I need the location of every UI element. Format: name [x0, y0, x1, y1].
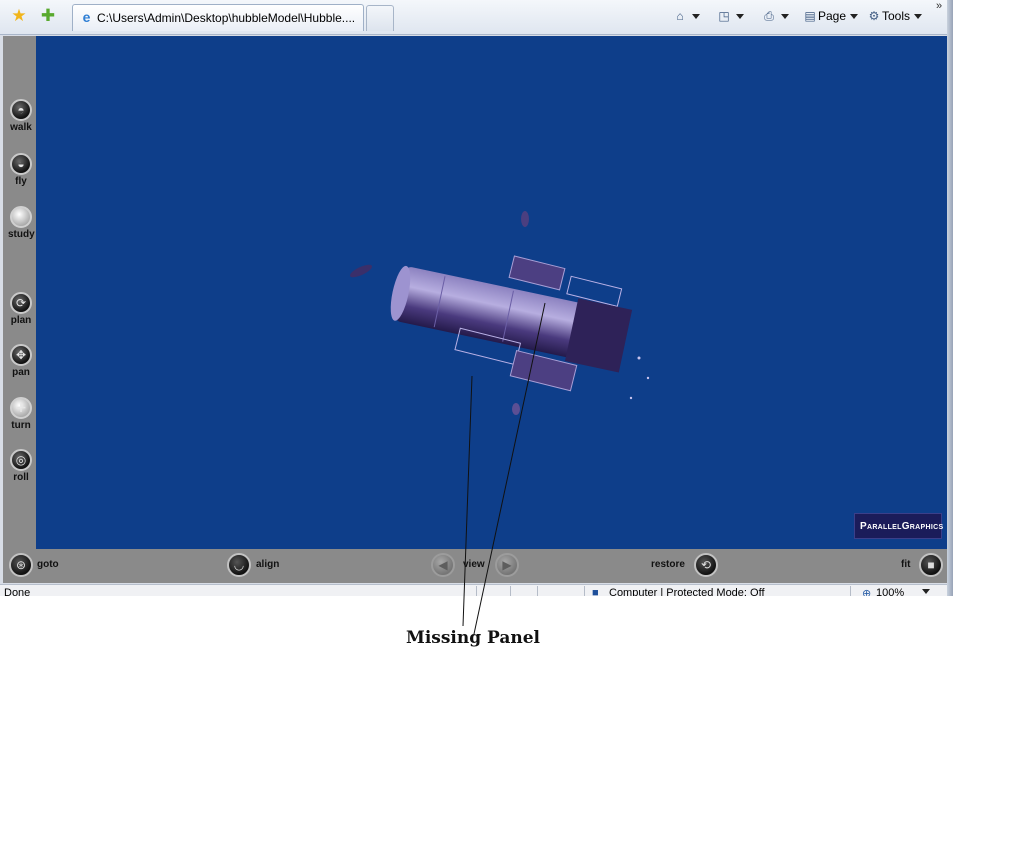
goto-button[interactable]: ⊛ goto — [9, 553, 69, 579]
study-button[interactable]: study — [8, 206, 35, 240]
add-favorites-icon[interactable]: ✚ — [38, 6, 58, 26]
status-divider — [510, 586, 511, 596]
fly-label: fly — [15, 176, 27, 187]
page-menu-button[interactable]: ▤ Page — [802, 7, 859, 25]
walk-icon: ◓ — [10, 99, 32, 121]
window-edge — [947, 0, 953, 596]
pan-label: pan — [12, 367, 30, 378]
rss-icon: ◳ — [718, 9, 730, 23]
turn-label: turn — [11, 420, 31, 431]
study-label: study — [8, 229, 35, 240]
viewer-bottom-bar: ⊛ goto ◡ align ◀ view ▶ restore ⟲ fit ■ — [3, 549, 948, 583]
page-icon: ▤ — [804, 9, 816, 23]
chevron-down-icon — [914, 14, 923, 20]
status-divider — [476, 586, 477, 596]
restore-button[interactable]: restore ⟲ — [651, 553, 721, 579]
vrml-viewer: ◓ walk ◒ fly study ⟳ plan ✥ pan ✛ turn ◎… — [3, 36, 948, 583]
turn-button[interactable]: ✛ turn — [8, 397, 34, 431]
plan-label: plan — [10, 315, 32, 326]
missing-panel-annotation: Missing Panel — [406, 628, 541, 648]
fit-icon: ■ — [919, 553, 943, 577]
restore-icon: ⟲ — [694, 553, 718, 577]
pan-button[interactable]: ✥ pan — [8, 344, 34, 378]
3d-scene-canvas[interactable]: ParallelGraphics — [36, 36, 948, 549]
home-icon: ⌂ — [676, 9, 684, 23]
favorites-star-icon[interactable]: ★ — [9, 6, 29, 26]
feeds-button[interactable]: ◳ — [716, 7, 744, 25]
status-bar: Done ■ Computer | Protected Mode: Off ⊕ … — [0, 584, 953, 596]
walk-button[interactable]: ◓ walk — [8, 99, 34, 133]
view-label: view — [463, 559, 485, 570]
walk-label: walk — [10, 122, 32, 133]
tab-hubble[interactable]: e C:\Users\Admin\Desktop\hubbleModel\Hub… — [72, 4, 364, 31]
previous-view-icon[interactable]: ◀ — [431, 553, 455, 577]
view-control: ◀ view ▶ — [431, 553, 523, 579]
turn-icon: ✛ — [10, 397, 32, 419]
zoom-icon: ⊕ — [862, 588, 872, 596]
computer-zone-icon: ■ — [592, 587, 599, 596]
goto-icon: ⊛ — [9, 553, 33, 577]
tools-menu-label: Tools — [882, 9, 911, 23]
next-view-icon[interactable]: ▶ — [495, 553, 519, 577]
status-divider — [850, 586, 851, 596]
plan-button[interactable]: ⟳ plan — [8, 292, 34, 326]
tools-menu-button[interactable]: ⚙ Tools — [866, 7, 923, 25]
pan-icon: ✥ — [10, 344, 32, 366]
fit-label: fit — [901, 559, 911, 570]
browser-toolbar: ★ ✚ e C:\Users\Admin\Desktop\hubbleModel… — [0, 0, 953, 35]
status-divider — [584, 586, 585, 596]
roll-label: roll — [13, 472, 29, 483]
parallelgraphics-logo: ParallelGraphics — [854, 513, 944, 539]
browser-window: ★ ✚ e C:\Users\Admin\Desktop\hubbleModel… — [0, 0, 953, 596]
fit-button[interactable]: fit ■ — [901, 553, 945, 579]
zoom-level[interactable]: 100% — [876, 587, 904, 596]
chevron-down-icon — [692, 14, 700, 20]
tab-title: C:\Users\Admin\Desktop\hubbleModel\Hubbl… — [97, 11, 356, 25]
roll-button[interactable]: ◎ roll — [8, 449, 34, 483]
fly-icon: ◒ — [10, 153, 32, 175]
study-icon — [10, 206, 32, 228]
status-divider — [537, 586, 538, 596]
home-button[interactable]: ⌂ — [672, 7, 700, 25]
viewer-nav-bar: ◓ walk ◒ fly study ⟳ plan ✥ pan ✛ turn ◎… — [3, 36, 36, 549]
goto-label: goto — [37, 559, 59, 570]
gear-icon: ⚙ — [868, 9, 880, 23]
plan-icon: ⟳ — [10, 292, 32, 314]
toolbar-overflow-chevron[interactable]: » — [936, 0, 942, 12]
chevron-down-icon — [781, 14, 789, 20]
align-icon: ◡ — [227, 553, 251, 577]
print-button[interactable]: ⎙ — [761, 7, 789, 25]
new-tab-button[interactable] — [366, 5, 394, 31]
chevron-down-icon — [736, 14, 744, 20]
align-label: align — [256, 559, 280, 570]
page-menu-label: Page — [818, 9, 847, 23]
ie-icon: e — [82, 9, 91, 25]
chevron-down-icon — [850, 14, 859, 20]
security-zone-text: Computer | Protected Mode: Off — [609, 587, 765, 596]
chevron-down-icon — [922, 589, 930, 594]
fly-button[interactable]: ◒ fly — [8, 153, 34, 187]
logo-text: ParallelGraphics — [860, 521, 944, 532]
status-text: Done — [4, 587, 31, 596]
hubble-model — [349, 211, 650, 415]
align-button[interactable]: ◡ align — [227, 553, 287, 579]
restore-label: restore — [651, 559, 685, 570]
print-icon: ⎙ — [764, 9, 774, 23]
roll-icon: ◎ — [10, 449, 32, 471]
